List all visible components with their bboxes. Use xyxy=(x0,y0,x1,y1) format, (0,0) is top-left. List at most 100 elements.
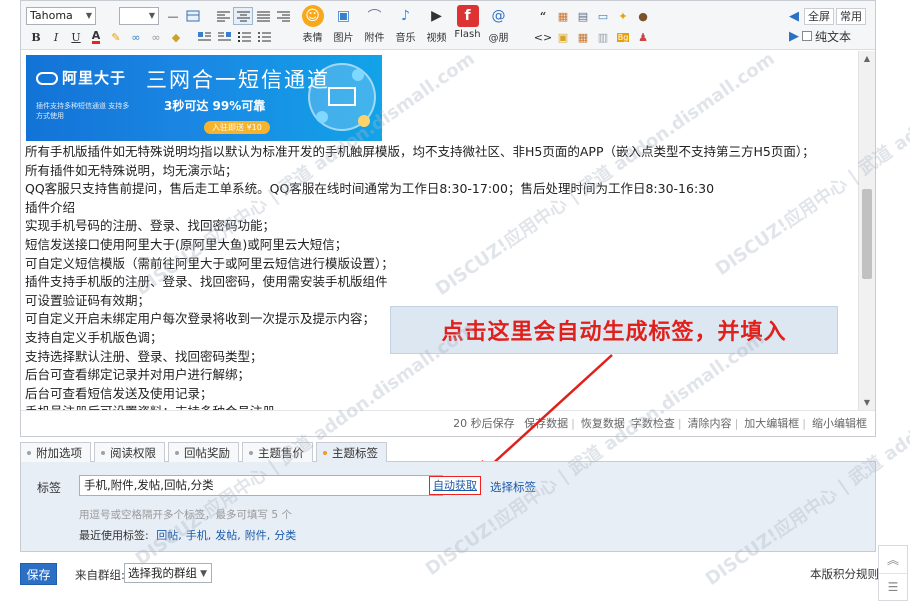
tab-label: 回帖奖励 xyxy=(184,445,230,460)
recent-tag-link[interactable]: 回帖, xyxy=(156,529,182,542)
bold-icon[interactable]: B xyxy=(26,28,46,46)
underline-icon[interactable]: U xyxy=(66,28,86,46)
side-float-tools: ︽ ☰ xyxy=(878,545,908,601)
banner-speed-text: 3秒可达 99%可靠 xyxy=(164,99,266,113)
post-text: 所有手机版插件如无特殊说明均指以默认为标准开发的手机触屏模版，均不支持微社区、非… xyxy=(25,143,855,411)
save-button[interactable]: 保存 xyxy=(20,563,57,585)
post-text-line: 所有手机版插件如无特殊说明均指以默认为标准开发的手机触屏模版，均不支持微社区、非… xyxy=(25,144,815,159)
align-justify-icon[interactable] xyxy=(253,7,273,25)
italic-icon[interactable]: I xyxy=(46,28,66,46)
list-icon[interactable]: ☰ xyxy=(879,573,907,600)
align-right-icon[interactable] xyxy=(273,7,293,25)
plaintext-checkbox[interactable] xyxy=(802,31,812,41)
hide-content-icon[interactable]: ▤ xyxy=(573,7,593,25)
post-text-line: 后台可查看绑定记录并对用户进行解绑； xyxy=(25,367,251,383)
status-bar-action[interactable]: 恢复数据 xyxy=(581,417,625,430)
font-size-select[interactable]: ▼ xyxy=(119,7,159,25)
insert-button[interactable]: ▣ 图片 xyxy=(328,5,359,44)
scroll-thumb[interactable] xyxy=(862,189,872,279)
tab-option[interactable]: 主题售价 xyxy=(242,442,313,462)
chevron-down-icon: ▼ xyxy=(200,569,207,579)
editor-scrollbar[interactable]: ▲ ▼ xyxy=(858,51,875,411)
unordered-list-icon[interactable] xyxy=(254,28,274,46)
insert-button[interactable]: @ @朋 xyxy=(483,5,514,44)
align-left-icon[interactable] xyxy=(213,7,233,25)
tab-option[interactable]: 附加选项 xyxy=(20,442,91,462)
link-icon[interactable]: ∞ xyxy=(126,28,146,46)
unlink-icon[interactable]: ∞ xyxy=(146,28,166,46)
tab-label: 主题标签 xyxy=(332,445,378,460)
common-button[interactable]: 常用 xyxy=(836,7,866,25)
page-break-icon[interactable]: ▭ xyxy=(593,7,613,25)
envelope-icon xyxy=(328,87,356,106)
insert-button-label: 音乐 xyxy=(395,33,416,44)
status-bar-action[interactable]: 清除内容 xyxy=(688,417,732,430)
font-family-select[interactable]: Tahoma ▼ xyxy=(26,7,96,25)
magic-icon[interactable]: ✦ xyxy=(613,7,633,25)
insert-button-label: 表情 xyxy=(302,33,323,44)
record-icon[interactable]: ● xyxy=(633,7,653,25)
tab-option[interactable]: 主题标签 xyxy=(316,442,387,462)
redo-icon[interactable]: ▶ xyxy=(786,29,802,44)
tab-dot-icon xyxy=(175,450,179,455)
scroll-up-icon[interactable]: ▲ xyxy=(859,51,875,67)
back-to-top-icon[interactable]: ︽ xyxy=(879,546,907,573)
float-right-icon[interactable] xyxy=(214,28,234,46)
tab-option[interactable]: 阅读权限 xyxy=(94,442,165,462)
toolbar-extra-row-2: <> ▣ ▦ ▥ Bg ♟ xyxy=(533,28,653,46)
post-table-icon[interactable]: ▦ xyxy=(573,28,593,46)
insert-button[interactable]: ⌒ 附件 xyxy=(359,5,390,44)
free-content-icon[interactable]: ▦ xyxy=(553,7,573,25)
post-text-line: 短信发送接口使用阿里大于(原阿里大鱼)或阿里云大短信； xyxy=(25,236,348,252)
banner-sub-text: 插件支持多种短信通道 支持多方式使用 xyxy=(36,102,130,120)
tab-option[interactable]: 回帖奖励 xyxy=(168,442,239,462)
insert-button[interactable]: f Flash xyxy=(452,5,483,44)
tag-input[interactable]: 手机,附件,发帖,回帖,分类 xyxy=(79,475,443,496)
editor-mode-tools: ◀ 全屏 常用 ▶ 纯文本 xyxy=(786,6,870,46)
editor-content[interactable]: 阿里大于 三网合一短信通道 插件支持多种短信通道 支持多方式使用 3秒可达 99… xyxy=(21,51,859,411)
recent-tag-link[interactable]: 分类 xyxy=(274,529,296,542)
status-bar-action[interactable]: 加大编辑框 xyxy=(744,417,799,430)
undo-icon[interactable]: ◀ xyxy=(786,9,802,24)
format-brush-icon[interactable]: ◆ xyxy=(166,28,186,46)
password-lock-icon[interactable]: ▣ xyxy=(553,28,573,46)
dash-icon[interactable]: — xyxy=(163,7,183,25)
group-select[interactable]: 选择我的群组 ▼ xyxy=(124,563,212,583)
tag-panel: 标签 手机,附件,发帖,回帖,分类 自动获取 选择标签 用逗号或空格隔开多个标签… xyxy=(20,462,876,552)
insert-button[interactable]: ▶ 视频 xyxy=(421,5,452,44)
status-bar-action[interactable]: 缩小编辑框 xyxy=(812,417,867,430)
recent-tag-link[interactable]: 附件, xyxy=(245,529,271,542)
background-music-icon[interactable]: Bg xyxy=(613,28,633,46)
bubble-icon xyxy=(352,69,364,81)
grid-icon[interactable]: ▥ xyxy=(593,28,613,46)
banner-headline: 三网合一短信通道 xyxy=(146,68,330,92)
banner-pill: 入驻即送 ¥10 xyxy=(204,121,270,134)
post-text-line: QQ客服只支持售前提问，售后走工单系统。QQ客服在线时间通常为工作日8:30-1… xyxy=(25,181,715,197)
scroll-down-icon[interactable]: ▼ xyxy=(859,395,875,411)
quote-icon[interactable]: “ xyxy=(533,7,553,25)
align-center-icon[interactable] xyxy=(233,7,253,25)
recent-tag-link[interactable]: 发帖, xyxy=(215,529,241,542)
avatar-icon[interactable]: ♟ xyxy=(633,28,653,46)
recent-tag-link[interactable]: 手机, xyxy=(186,529,212,542)
status-bar-action[interactable]: 字数检查 xyxy=(631,417,675,430)
post-text-line: 后台可查看短信发送及使用记录； xyxy=(25,385,213,401)
ordered-list-icon[interactable] xyxy=(234,28,254,46)
table-icon[interactable] xyxy=(183,7,203,25)
text-color-icon[interactable]: A xyxy=(86,28,106,46)
status-bar-action[interactable]: 保存数据 xyxy=(524,417,568,430)
choose-tags-link[interactable]: 选择标签 xyxy=(490,479,536,495)
code-icon[interactable]: <> xyxy=(533,28,553,46)
float-left-icon[interactable] xyxy=(194,28,214,46)
auto-fetch-tags-button[interactable]: 自动获取 xyxy=(429,476,481,495)
background-color-icon[interactable]: ✎ xyxy=(106,28,126,46)
recent-tags: 最近使用标签: 回帖, 手机, 发帖, 附件, 分类 xyxy=(79,527,296,543)
annotation-text: 点击这里会自动生成标签，并填入 xyxy=(441,320,787,345)
separator: | xyxy=(802,417,806,430)
credit-rules-link[interactable]: 本版积分规则 xyxy=(810,566,879,582)
post-text-line: 可自定义短信模版（需前往阿里大于或阿里云短信进行模版设置）； xyxy=(25,255,394,271)
fullscreen-button[interactable]: 全屏 xyxy=(804,7,834,25)
insert-button[interactable]: ♪ 音乐 xyxy=(390,5,421,44)
tab-label: 附加选项 xyxy=(36,445,82,460)
insert-button[interactable]: ☺ 表情 xyxy=(297,5,328,44)
